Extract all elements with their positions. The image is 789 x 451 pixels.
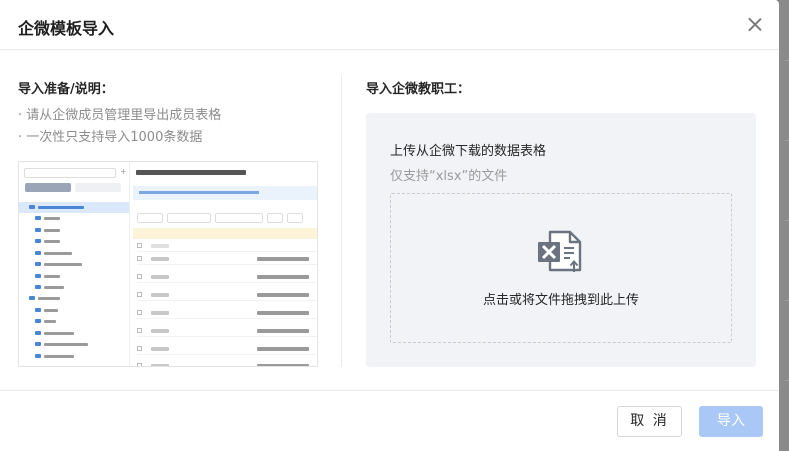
example-sidebar: + [19, 162, 130, 366]
dropzone-label: 点击或将文件拖拽到此上传 [482, 293, 639, 308]
file-dropzone[interactable]: 点击或将文件拖拽到此上传 [390, 193, 732, 343]
dialog-footer: 取 消 导入 [0, 390, 779, 451]
instruction-note: · 一次性只支持导入1000条数据 [18, 130, 203, 145]
instruction-note: · 请从企微成员管理里导出成员表格 [18, 108, 222, 123]
import-button[interactable]: 导入 [699, 406, 763, 437]
dialog-title: 企微模板导入 [18, 19, 115, 38]
dialog-header: 企微模板导入 [0, 0, 779, 50]
example-table [131, 162, 317, 366]
import-section-title: 导入企微教职工： [366, 82, 471, 97]
excel-file-upload-icon [538, 230, 582, 272]
instructions-title: 导入准备/说明： [18, 82, 114, 97]
example-screenshot: + [18, 161, 318, 367]
import-dialog: 企微模板导入 导入准备/说明： · 请从企微成员管理里导出成员表格 · 一次性只… [0, 0, 779, 451]
background-page-edge [779, 0, 789, 451]
upload-format-hint: 仅支持“xlsx”的文件 [390, 169, 508, 184]
close-icon[interactable] [745, 15, 765, 35]
cancel-button[interactable]: 取 消 [617, 406, 682, 437]
upload-title: 上传从企微下载的数据表格 [390, 144, 547, 159]
upload-panel: 上传从企微下载的数据表格 仅支持“xlsx”的文件 点击或将文件拖拽到此上传 [366, 113, 756, 367]
column-divider [341, 75, 342, 367]
